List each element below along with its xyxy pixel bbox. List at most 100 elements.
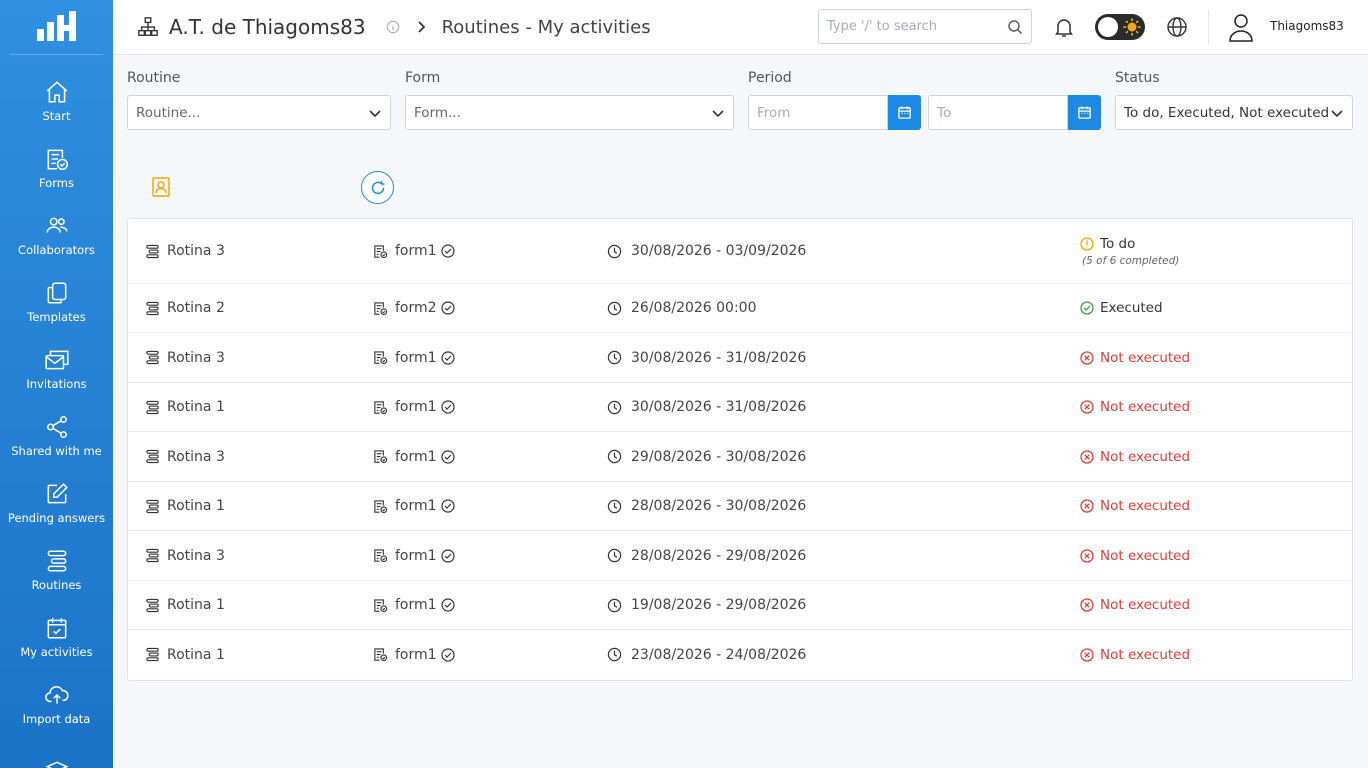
status-text: Executed [1100, 300, 1163, 316]
clock-icon [607, 449, 622, 464]
routine-name[interactable]: Rotina 1 [167, 647, 225, 663]
form-name[interactable]: form1 [395, 498, 437, 514]
form-cell: form1 [373, 482, 455, 530]
period-cell: 26/08/2026 00:00 [607, 284, 757, 332]
status-cell: Not executed [1080, 630, 1190, 679]
sidebar-item-label: Collaborators [18, 242, 95, 257]
period-text: 19/08/2026 - 29/08/2026 [631, 597, 807, 613]
username[interactable]: Thiagoms83 [1270, 19, 1344, 33]
sidebar-item-invitations[interactable]: Invitations [0, 335, 113, 402]
routine-name[interactable]: Rotina 1 [167, 399, 225, 415]
clock-icon [607, 350, 622, 365]
toggle-knob [1098, 17, 1118, 37]
routine-name[interactable]: Rotina 2 [167, 300, 225, 316]
sidebar-item-pending-answers[interactable]: Pending answers [0, 469, 113, 536]
status-badge: Not executed [1080, 597, 1190, 613]
theme-toggle[interactable] [1095, 14, 1145, 40]
routine-name[interactable]: Rotina 3 [167, 548, 225, 564]
globe-icon[interactable] [1165, 15, 1189, 39]
routine-cell: Rotina 3 [145, 333, 225, 382]
routine-name[interactable]: Rotina 3 [167, 449, 225, 465]
status-badge: Not executed [1080, 548, 1190, 564]
sidebar-item-import-data[interactable]: Import data [0, 670, 113, 737]
table-row[interactable]: Rotina 3 form1 29/08/2026 - 30/08/2026 N… [128, 432, 1352, 482]
sidebar-item-my-activities[interactable]: My activities [0, 603, 113, 670]
routine-list-icon [47, 549, 66, 572]
header-divider [1208, 10, 1209, 45]
table-row[interactable]: Rotina 3 form1 28/08/2026 - 29/08/2026 N… [128, 531, 1352, 581]
period-from-input[interactable]: From [748, 95, 888, 130]
table-row[interactable]: Rotina 1 form1 28/08/2026 - 30/08/2026 N… [128, 482, 1352, 531]
table-row[interactable]: Rotina 1 form1 19/08/2026 - 29/08/2026 N… [128, 581, 1352, 630]
activities-table: Rotina 3 form1 30/08/2026 - 03/09/2026 T… [127, 218, 1353, 681]
check-circle-icon [440, 350, 455, 365]
sidebar-item-routines[interactable]: Routines [0, 536, 113, 603]
info-icon[interactable] [386, 20, 400, 34]
status-cell: Not executed [1080, 581, 1190, 629]
status-text: Not executed [1100, 646, 1191, 663]
sidebar-item-forms[interactable]: Forms [0, 134, 113, 201]
routine-cell: Rotina 2 [145, 284, 225, 332]
routine-name[interactable]: Rotina 1 [167, 597, 225, 613]
period-to-input[interactable]: To [928, 95, 1068, 130]
routine-name[interactable]: Rotina 3 [167, 350, 225, 366]
organization-name[interactable]: A.T. de Thiagoms83 [169, 15, 366, 39]
form-name[interactable]: form1 [395, 597, 437, 613]
routine-name[interactable]: Rotina 1 [167, 498, 225, 514]
status-text: Not executed [1100, 349, 1191, 366]
form-name[interactable]: form1 [395, 548, 437, 564]
form-name[interactable]: form2 [395, 300, 437, 316]
status-text: To do [1100, 235, 1136, 252]
sidebar-item-start[interactable]: Start [0, 67, 113, 134]
sidebar-item-collaborators[interactable]: Collaborators [0, 201, 113, 268]
status-select-value: To do, Executed, Not executed [1124, 104, 1330, 121]
to-calendar-button[interactable] [1068, 95, 1101, 130]
refresh-button[interactable] [361, 171, 394, 204]
table-row[interactable]: Rotina 3 form1 30/08/2026 - 03/09/2026 T… [128, 219, 1352, 284]
period-from-placeholder: From [757, 104, 791, 121]
period-text: 23/08/2026 - 24/08/2026 [631, 646, 807, 663]
status-cell: Executed [1080, 284, 1163, 332]
user-avatar-icon[interactable] [1227, 12, 1255, 42]
contact-card-icon[interactable] [150, 176, 172, 198]
period-text: 28/08/2026 - 29/08/2026 [631, 547, 807, 564]
status-filter-label: Status [1115, 70, 1160, 86]
search-icon[interactable] [1007, 19, 1023, 35]
form-name[interactable]: form1 [395, 350, 437, 366]
routine-select-value: Routine... [136, 104, 201, 121]
sidebar-item-label: Shared with me [11, 443, 102, 458]
status-badge: Not executed [1080, 350, 1190, 366]
search-input[interactable] [827, 19, 1007, 34]
routine-name[interactable]: Rotina 3 [167, 243, 225, 259]
x-circle-icon [1080, 548, 1094, 563]
form-name[interactable]: form1 [395, 647, 437, 663]
status-cell: Not executed [1080, 531, 1190, 580]
status-badge: Not executed [1080, 647, 1190, 663]
routine-list-icon [146, 400, 159, 414]
sidebar-item-more[interactable] [0, 737, 113, 768]
sidebar-item-templates[interactable]: Templates [0, 268, 113, 335]
form-select[interactable]: Form... [405, 95, 734, 130]
app-logo[interactable] [10, 0, 103, 55]
warning-icon [1080, 236, 1094, 251]
period-cell: 30/08/2026 - 03/09/2026 [607, 219, 806, 283]
layers-icon [44, 761, 69, 768]
bell-icon[interactable] [1052, 15, 1076, 39]
period-cell: 30/08/2026 - 31/08/2026 [607, 333, 806, 382]
form-name[interactable]: form1 [395, 399, 437, 415]
search-box[interactable] [818, 9, 1032, 44]
form-check-icon [374, 648, 388, 662]
from-calendar-button[interactable] [888, 95, 921, 130]
table-row[interactable]: Rotina 1 form1 30/08/2026 - 31/08/2026 N… [128, 383, 1352, 432]
form-name[interactable]: form1 [395, 449, 437, 465]
sidebar-item-shared-with-me[interactable]: Shared with me [0, 402, 113, 469]
table-row[interactable]: Rotina 3 form1 30/08/2026 - 31/08/2026 N… [128, 333, 1352, 383]
table-row[interactable]: Rotina 2 form2 26/08/2026 00:00 Executed [128, 284, 1352, 333]
form-check-icon [374, 549, 388, 563]
sidebar-item-label: Invitations [26, 376, 87, 391]
status-select[interactable]: To do, Executed, Not executed [1115, 95, 1353, 130]
routine-select[interactable]: Routine... [127, 95, 391, 130]
table-row[interactable]: Rotina 1 form1 23/08/2026 - 24/08/2026 N… [128, 630, 1352, 679]
clock-icon [607, 301, 622, 315]
form-name[interactable]: form1 [395, 243, 437, 259]
